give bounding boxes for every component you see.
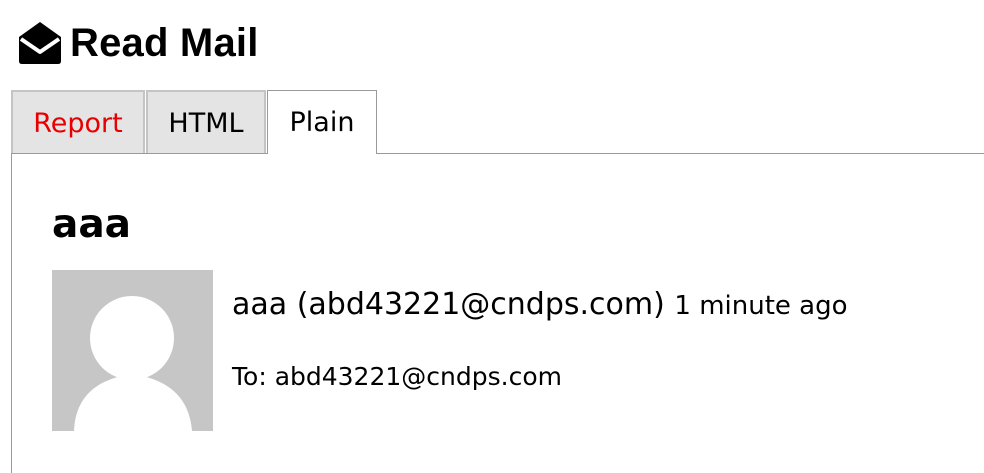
message-panel: aaa aaa (abd43221@cndps.com) 1 minute ag…: [11, 153, 984, 473]
sender-line: aaa (abd43221@cndps.com) 1 minute ago: [232, 285, 848, 326]
sender-name: aaa (abd43221@cndps.com): [232, 287, 665, 322]
recipient-line: To: abd43221@cndps.com: [232, 362, 562, 391]
page-title: Read Mail: [70, 21, 259, 65]
page-header: Read Mail: [16, 18, 259, 68]
tab-plain[interactable]: Plain: [267, 90, 377, 154]
tab-report[interactable]: Report: [11, 90, 145, 154]
tab-html[interactable]: HTML: [146, 90, 266, 154]
view-tabs: Report HTML Plain: [11, 90, 377, 154]
message-subject: aaa: [52, 202, 131, 247]
envelope-open-icon: [16, 19, 64, 67]
message-time: 1 minute ago: [674, 291, 848, 321]
default-user-avatar-icon: [52, 270, 213, 431]
